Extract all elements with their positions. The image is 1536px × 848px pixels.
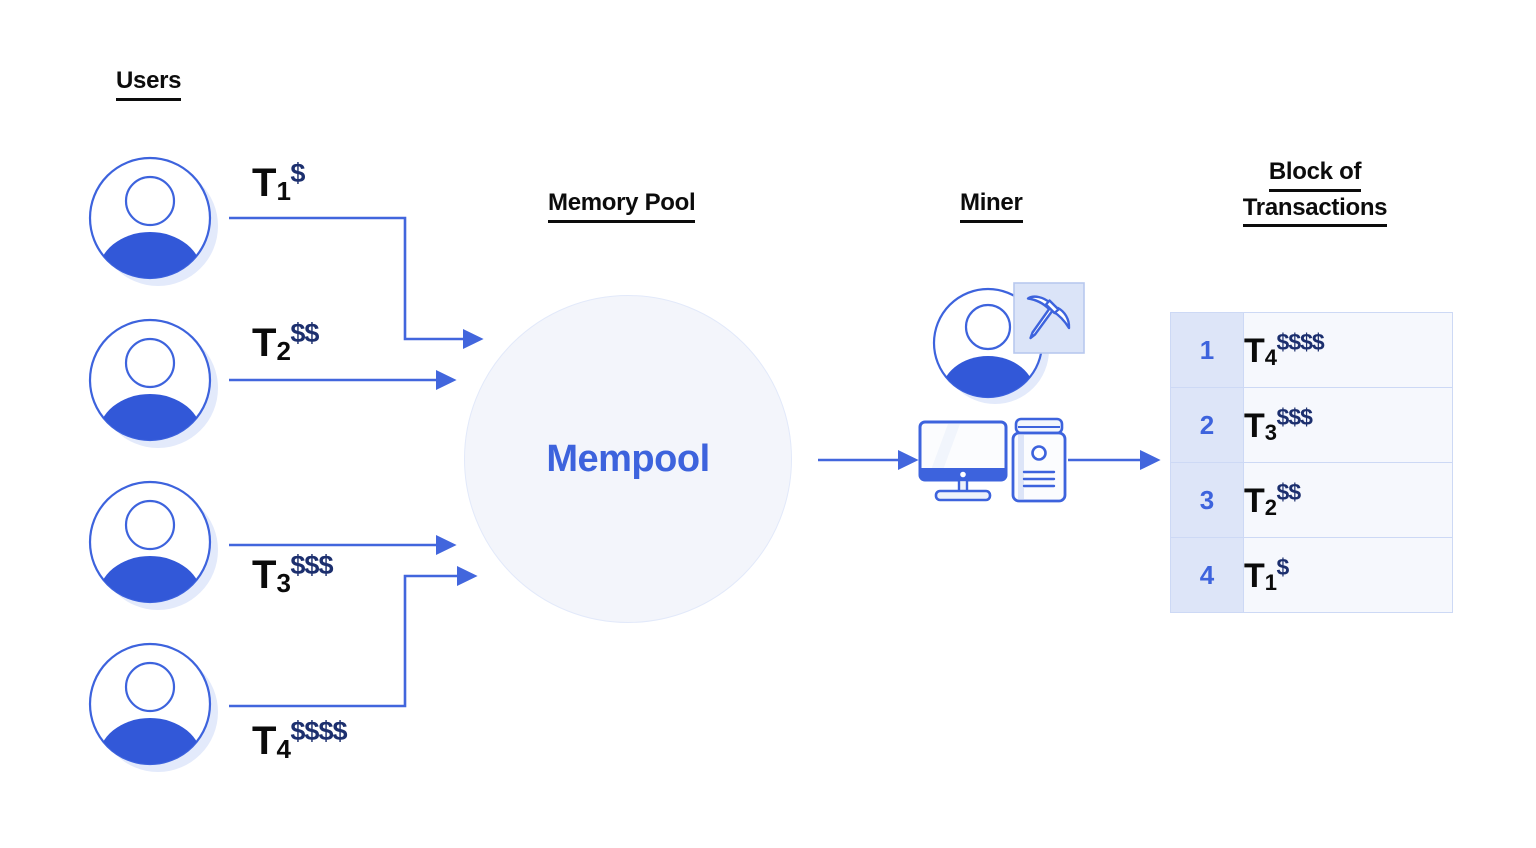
pickaxe-icon <box>1013 282 1085 354</box>
table-row-index: 4 <box>1170 537 1244 613</box>
table-tx-symbol: T <box>1244 482 1265 520</box>
table-row: 4 T1$ <box>1170 537 1453 613</box>
table-tx-fee: $$ <box>1276 479 1302 505</box>
computer-tower-icon <box>1011 417 1067 503</box>
table-tx-fee: $ <box>1276 554 1290 580</box>
table-row-value: T1$ <box>1243 537 1453 613</box>
table-tx-fee: $$$$ <box>1276 329 1325 355</box>
table-row-index: 3 <box>1170 462 1244 538</box>
diagram-canvas: Users Memory Pool Miner Block of Transac… <box>0 0 1536 848</box>
mempool-label: Mempool <box>546 437 710 480</box>
mempool-node: Mempool <box>464 295 792 623</box>
table-row: 3 T2$$ <box>1170 462 1453 538</box>
arrow-user4-to-mempool <box>229 565 478 708</box>
table-row-index: 1 <box>1170 312 1244 388</box>
table-tx-index: 2 <box>1264 495 1277 520</box>
table-row-value: T3$$$ <box>1243 387 1453 463</box>
table-tx-fee: $$$ <box>1276 404 1313 430</box>
table-row: 2 T3$$$ <box>1170 387 1453 463</box>
table-tx-symbol: T <box>1244 407 1265 445</box>
monitor-icon <box>918 420 1008 502</box>
miner-group <box>918 280 1085 503</box>
block-of-transactions-table: 1 T4$$$$ 2 T3$$$ 3 T2$$ 4 T1$ <box>1170 312 1453 613</box>
table-row-index: 2 <box>1170 387 1244 463</box>
table-tx-index: 1 <box>1264 570 1277 595</box>
table-tx-symbol: T <box>1244 332 1265 370</box>
table-tx-index: 4 <box>1264 345 1277 370</box>
table-row-value: T4$$$$ <box>1243 312 1453 388</box>
arrow-user1-to-mempool <box>229 216 484 350</box>
table-tx-index: 3 <box>1264 420 1277 445</box>
table-row-value: T2$$ <box>1243 462 1453 538</box>
table-tx-symbol: T <box>1244 557 1265 595</box>
table-row: 1 T4$$$$ <box>1170 312 1453 388</box>
